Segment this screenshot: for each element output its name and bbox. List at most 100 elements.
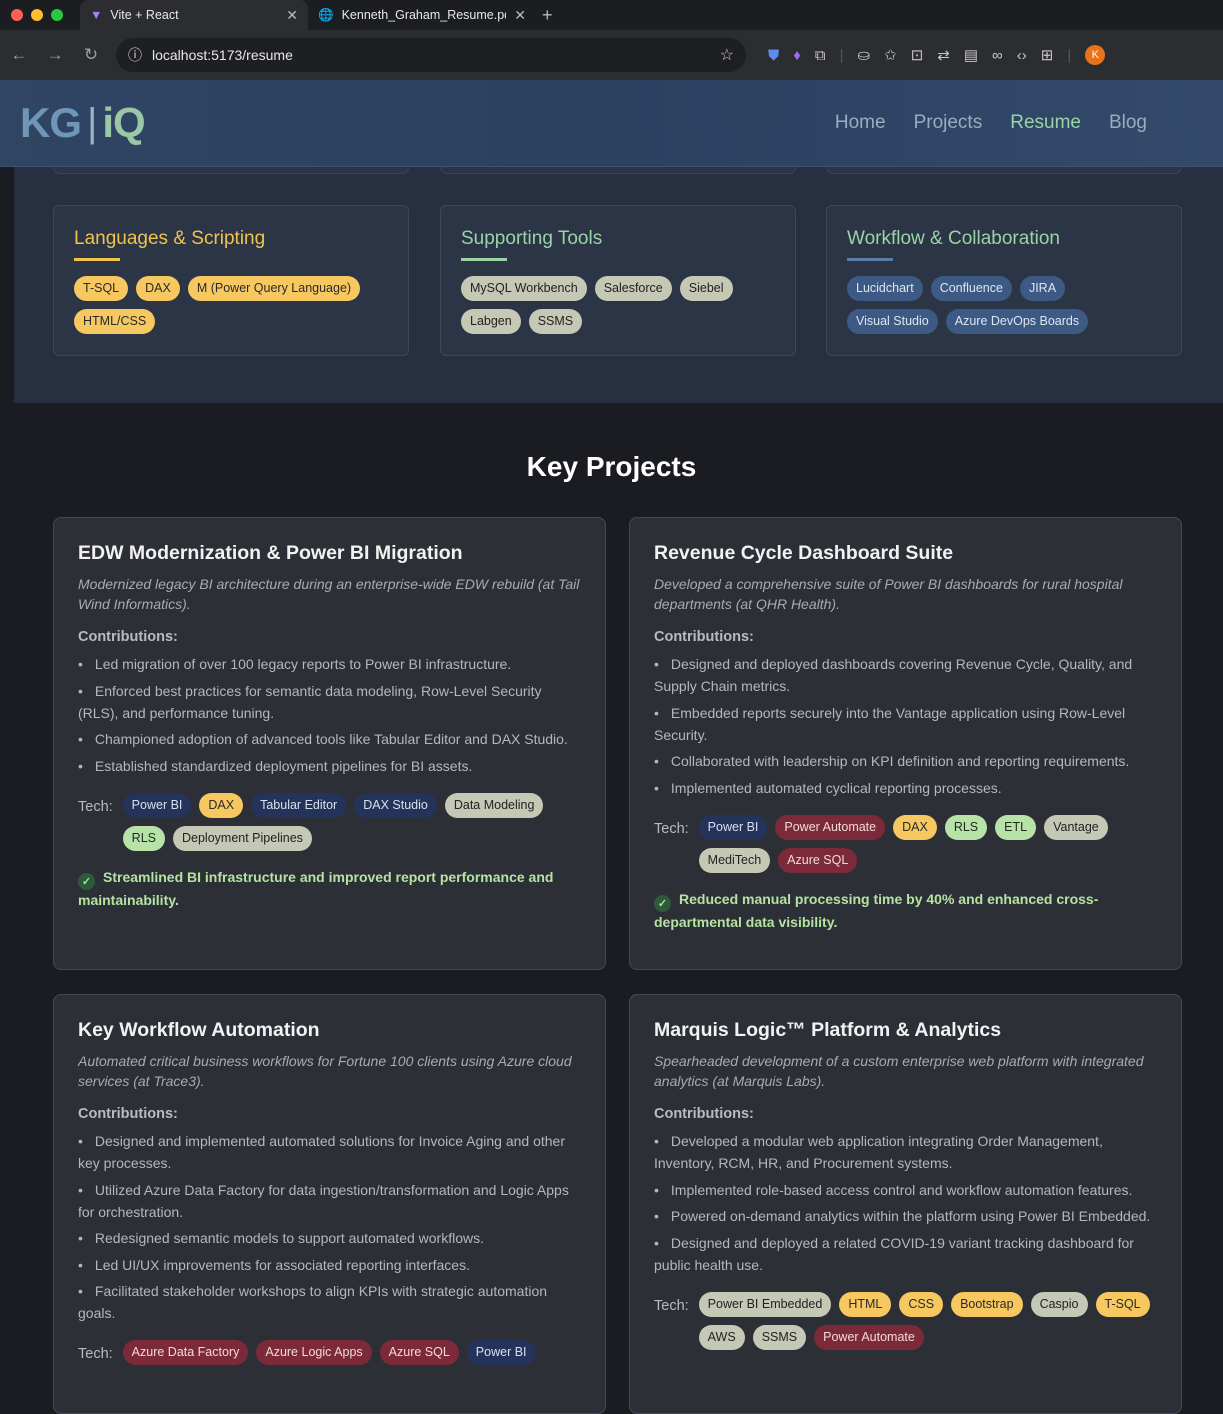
link-icon[interactable]: ∞ [992, 47, 1003, 64]
site-logo[interactable]: KG | iQ [20, 99, 146, 147]
nav-resume[interactable]: Resume [1010, 112, 1081, 134]
key-projects-heading: Key Projects [526, 451, 697, 482]
browser-toolbar: ← → ↻ ⓘ localhost:5173/resume ☆ ⛊ ♦ ⧉ | … [0, 30, 1223, 80]
project-title: Revenue Cycle Dashboard Suite [654, 542, 954, 564]
skill-pill-list: MySQL Workbench Salesforce Siebel Labgen SSM… [461, 276, 775, 334]
contribution-item: Redesigned semantic models to support au… [78, 1227, 581, 1249]
tag-pill: Siebel [679, 276, 733, 301]
title-underline [74, 258, 120, 261]
main-nav: Home Projects Resume Blog [835, 112, 1147, 134]
new-tab-button[interactable]: + [542, 5, 553, 26]
tag-pill: Lucidchart [847, 276, 923, 301]
screenshot-icon[interactable]: ⊡ [911, 46, 924, 64]
window-controls [0, 9, 80, 21]
skill-card-partial [440, 167, 796, 174]
extension-icon[interactable]: ♦ [793, 47, 801, 64]
search-tab-icon[interactable]: ⊞ [1041, 46, 1054, 64]
project-title: Marquis Logic™ Platform & Analytics [654, 1019, 1002, 1041]
outcome-text: Reduced manual processing time by 40% an… [654, 890, 1099, 931]
tag-pill: AWS [698, 1324, 745, 1350]
contribution-item: Facilitated stakeholder workshops to ali… [78, 1280, 581, 1324]
tech-pill-list: Power BI Embedded HTML CSS Bootstrap Caspio T… [698, 1291, 1157, 1350]
forward-icon[interactable]: → [44, 45, 66, 65]
outcome-text: Streamlined BI infrastructure and improv… [78, 868, 554, 909]
tag-pill: T-SQL [1095, 1291, 1150, 1317]
title-underline [847, 258, 893, 261]
contributions-label: Contributions: [78, 1106, 178, 1122]
close-window-button[interactable] [11, 9, 23, 21]
nav-blog[interactable]: Blog [1109, 112, 1147, 134]
tag-pill: Power BI [122, 792, 192, 818]
browser-tab-strip: ▼ Vite + React ✕ 🌐 Kenneth_Graham_Resume… [0, 0, 1223, 30]
tech-label: Tech: [654, 1297, 689, 1314]
contribution-item: Designed and deployed dashboards coverin… [654, 653, 1157, 697]
back-icon[interactable]: ← [8, 45, 30, 65]
code-icon[interactable]: ‹› [1017, 47, 1027, 64]
tag-pill: CSS [899, 1291, 944, 1317]
contributions-label: Contributions: [78, 629, 178, 645]
checkmark-icon: ✓ [78, 873, 95, 890]
skill-card-partial [826, 167, 1182, 174]
tag-pill: Labgen [461, 309, 521, 334]
tag-pill: M (Power Query Language) [187, 276, 361, 301]
tag-pill: Salesforce [594, 276, 672, 301]
tag-pill: Tabular Editor [251, 792, 347, 818]
site-info-icon[interactable]: ⓘ [128, 45, 142, 65]
logo-kg: KG [20, 99, 82, 146]
tag-pill: Visual Studio [847, 309, 938, 334]
nav-home[interactable]: Home [835, 112, 886, 134]
reload-icon[interactable]: ↻ [80, 45, 102, 65]
close-tab-icon[interactable]: ✕ [514, 7, 526, 24]
tag-pill: Vantage [1044, 814, 1108, 840]
tag-pill: Azure Logic Apps [256, 1340, 372, 1365]
bookmark-star-icon[interactable]: ☆ [720, 45, 734, 65]
contribution-item: Designed and deployed a related COVID-19… [654, 1232, 1157, 1276]
tag-pill: Deployment Pipelines [173, 825, 312, 851]
contribution-item: Led UI/UX improvements for associated re… [78, 1254, 581, 1276]
tab-title: Vite + React [110, 8, 179, 22]
profile-avatar[interactable]: K [1085, 45, 1106, 65]
tag-pill: DAX [893, 814, 937, 840]
incognito-icon[interactable]: ⛀ [858, 46, 871, 64]
project-outcome: ✓ Reduced manual processing time by 40% a… [654, 889, 1157, 933]
close-tab-icon[interactable]: ✕ [286, 7, 298, 24]
tag-pill: JIRA [1019, 276, 1066, 301]
title-underline [461, 258, 507, 261]
minimize-window-button[interactable] [31, 9, 43, 21]
address-bar[interactable]: ⓘ localhost:5173/resume ☆ [116, 38, 746, 72]
contribution-item: Led migration of over 100 legacy reports… [78, 653, 581, 675]
skill-card-title: Workflow & Collaboration [847, 228, 1060, 249]
tag-pill: Power Automate [775, 814, 886, 840]
favorites-icon[interactable]: ✩ [884, 46, 897, 64]
nav-projects[interactable]: Projects [914, 112, 983, 134]
reader-icon[interactable]: ▤ [964, 46, 978, 64]
browser-tab-active[interactable]: ▼ Vite + React ✕ [80, 0, 308, 30]
skill-pill-list: T-SQL DAX M (Power Query Language) HTML/CSS [74, 276, 388, 334]
site-header: KG | iQ Home Projects Resume Blog [0, 80, 1223, 167]
project-card-marquis: Marquis Logic™ Platform & Analytics Spear… [629, 994, 1182, 1414]
project-description: Spearheaded development of a custom ente… [654, 1053, 1144, 1089]
puzzle-icon[interactable]: ⧉ [815, 47, 826, 64]
extensions-bar: ⛊ ♦ ⧉ | ⛀ ✩ ⊡ ⇄ ▤ ∞ ‹› ⊞ | K [768, 45, 1106, 65]
contribution-item: Championed adoption of advanced tools li… [78, 728, 581, 750]
contribution-item: Implemented role-based access control an… [654, 1179, 1157, 1201]
tech-row: Tech: Power BI Embedded HTML CSS Bootstrap Ca… [654, 1291, 1157, 1350]
logo-separator: | [87, 100, 97, 145]
contribution-item: Established standardized deployment pipe… [78, 755, 581, 777]
tag-pill: HTML/CSS [74, 309, 156, 334]
tech-row: Tech: Azure Data Factory Azure Logic Apps A… [78, 1340, 581, 1365]
tag-pill: RLS [122, 825, 165, 851]
contributions-label: Contributions: [654, 629, 754, 645]
tech-row: Tech: Power BI Power Automate DAX RLS ETL Vant… [654, 814, 1157, 873]
contributions-list: Led migration of over 100 legacy reports… [78, 653, 581, 777]
browser-tab[interactable]: 🌐 Kenneth_Graham_Resume.pd ✕ [308, 0, 536, 30]
tag-pill: MediTech [698, 847, 771, 873]
contribution-item: Developed a modular web application inte… [654, 1130, 1157, 1174]
contributions-list: Developed a modular web application inte… [654, 1130, 1157, 1276]
maximize-window-button[interactable] [51, 9, 63, 21]
skill-card-title: Supporting Tools [461, 228, 603, 249]
tag-pill: Confluence [930, 276, 1012, 301]
tech-label: Tech: [654, 820, 689, 837]
shield-extension-icon[interactable]: ⛊ [768, 47, 779, 64]
translate-icon[interactable]: ⇄ [937, 46, 950, 64]
